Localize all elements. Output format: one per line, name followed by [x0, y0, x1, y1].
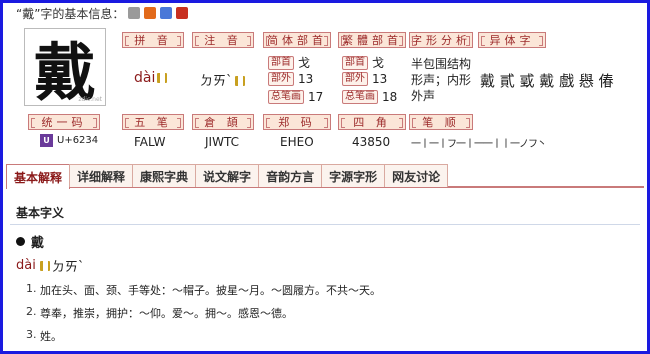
simplified-radical-row: 部首 戈 — [268, 54, 310, 71]
speaker-icon-reading[interactable] — [39, 260, 50, 271]
cangjie-label: 倉 頡 — [192, 114, 254, 130]
outer-value: 13 — [298, 72, 314, 86]
traditional-radical-row: 部首 戈 — [342, 54, 384, 71]
structure-value: 半包围结构 形声；内形 外声 — [411, 56, 471, 104]
bullet-icon — [16, 237, 25, 246]
tab-shuowen[interactable]: 说文解字 — [195, 164, 260, 187]
entry-head: 戴 — [16, 232, 44, 251]
total-value: 17 — [308, 90, 324, 104]
entry-reading: dài ㄉㄞˋ — [16, 256, 84, 275]
sijiao-label: 四 角 — [338, 114, 406, 130]
structure-line-1: 半包围结构 — [411, 57, 472, 71]
cangjie-value: JIWTC — [205, 135, 239, 149]
zhuyin-value: ㄉㄞˋ — [200, 70, 245, 89]
outer-value: 13 — [372, 72, 388, 86]
bishun-value: 一丨一丨フ一丨一一丨丨一ノフ丶 — [411, 139, 547, 150]
zhuyin-text: ㄉㄞˋ — [200, 74, 233, 89]
reading-pinyin: dài — [16, 258, 36, 273]
simplified-total-row: 总笔画 17 — [268, 90, 323, 104]
definition-item: 3. 姓。 — [26, 328, 381, 351]
traditional-outer-row: 部外 13 — [342, 72, 387, 86]
outer-tag: 部外 — [268, 72, 294, 86]
definition-item: 2. 尊奉，推崇，拥护：～仰。爱～。拥～。感恩～德。 — [26, 305, 381, 328]
tab-bar: 基本解释 详细解释 康熙字典 说文解字 音韵方言 字源字形 网友讨论 — [6, 164, 644, 189]
print-icon[interactable] — [128, 7, 141, 19]
unicode-label: 统一码 — [28, 114, 100, 130]
sijiao-value: 43850 — [352, 135, 391, 149]
structure-line-2: 形声；内形 — [411, 73, 472, 87]
traditional-total-row: 总笔画 18 — [342, 90, 397, 104]
definition-number: 1. — [26, 282, 37, 295]
zhengma-label: 郑 码 — [263, 114, 331, 130]
wubi-label: 五 笔 — [122, 114, 184, 130]
section-title: 基本字义 — [16, 206, 65, 220]
mixed-icon[interactable] — [176, 7, 189, 19]
wubi-value: FALW — [134, 135, 166, 149]
tab-basic[interactable]: 基本解释 — [6, 164, 71, 189]
definition-item: 1. 加在头、面、颈、手等处：～帽子。披星～月。～圆履方。不共～天。 — [26, 282, 381, 305]
tab-etymology[interactable]: 字源字形 — [321, 164, 386, 187]
structure-line-3: 外声 — [411, 89, 436, 103]
definition-text: 尊奉，推崇，拥护：～仰。爱～。拥～。感恩～德。 — [40, 307, 293, 320]
tab-dialect[interactable]: 音韵方言 — [258, 164, 323, 187]
section-divider — [10, 224, 640, 225]
traditional-icon[interactable] — [160, 7, 173, 19]
simplified-radical-label: 简体部首 — [263, 32, 331, 48]
structure-label: 字形分析 — [409, 32, 473, 48]
definition-list: 1. 加在头、面、颈、手等处：～帽子。披星～月。～圆履方。不共～天。 2. 尊奉… — [26, 282, 381, 351]
variants-value[interactable]: 戴 貳 戜 戴 戲 㦛 偆 — [480, 70, 614, 91]
variants-label: 异体字 — [478, 32, 546, 48]
radical-tag: 部首 — [268, 55, 294, 70]
unicode-text: U+6234 — [57, 135, 99, 146]
definition-text: 姓。 — [40, 330, 62, 343]
unicode-icon: U — [40, 134, 53, 147]
info-header: “戴”字的基本信息： — [16, 5, 189, 21]
watermark: zdic.net — [78, 96, 102, 103]
definition-number: 3. — [26, 328, 37, 341]
pinyin-text: dài — [134, 70, 156, 86]
speaker-icon[interactable] — [157, 73, 168, 83]
total-tag: 总笔画 — [268, 90, 304, 104]
definition-number: 2. — [26, 305, 37, 318]
tab-detailed[interactable]: 详细解释 — [69, 164, 134, 187]
tab-discussion[interactable]: 网友讨论 — [384, 164, 449, 187]
total-value: 18 — [382, 90, 398, 104]
outer-tag: 部外 — [342, 72, 368, 86]
entry-char: 戴 — [31, 236, 45, 251]
reading-zhuyin: ㄉㄞˋ — [51, 260, 85, 275]
zhengma-value: EHEO — [280, 135, 314, 149]
bishun-label: 笔 顺 — [409, 114, 473, 130]
character-glyph: 戴 zdic.net — [24, 28, 106, 109]
simplified-outer-row: 部外 13 — [268, 72, 313, 86]
definition-text: 加在头、面、颈、手等处：～帽子。披星～月。～圆履方。不共～天。 — [40, 284, 381, 297]
info-title: “戴”字的基本信息： — [16, 6, 125, 21]
unicode-value: U U+6234 — [40, 134, 98, 147]
radical-value: 戈 — [298, 56, 311, 70]
radical-value: 戈 — [372, 56, 385, 70]
simplified-icon[interactable] — [144, 7, 157, 19]
traditional-radical-label: 繁體部首 — [338, 32, 406, 48]
pinyin-label: 拼 音 — [122, 32, 184, 48]
pinyin-value: dài — [134, 70, 168, 86]
tab-kangxi[interactable]: 康熙字典 — [132, 164, 197, 187]
total-tag: 总笔画 — [342, 90, 378, 104]
tab-content: 基本字义 戴 dài ㄉㄞˋ 1. 加在头、面、颈、手等处：～帽子。披星～月。～… — [6, 190, 644, 350]
radical-tag: 部首 — [342, 55, 368, 70]
speaker-icon-zhuyin[interactable] — [234, 76, 245, 86]
zhuyin-label: 注 音 — [192, 32, 254, 48]
